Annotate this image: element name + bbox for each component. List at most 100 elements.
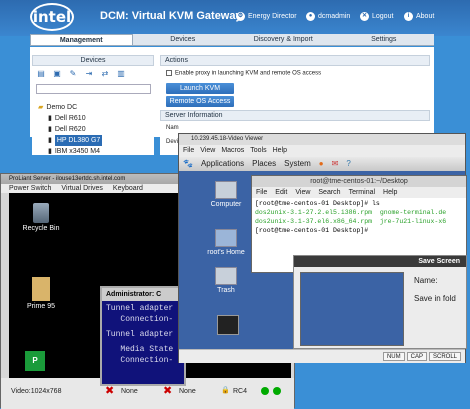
server-info-header: Server Information bbox=[160, 109, 430, 121]
menu-help[interactable]: Help bbox=[273, 145, 287, 157]
tab-discovery[interactable]: Discovery & Import bbox=[233, 34, 334, 45]
proxy-option: Enable proxy in launching KVM and remote… bbox=[160, 66, 430, 81]
trash-icon[interactable]: Trash bbox=[205, 267, 247, 294]
tree-item[interactable]: ▮ IBM x3450 M4 bbox=[38, 146, 156, 157]
tree-item[interactable]: ▮ Dell R620 bbox=[38, 124, 156, 135]
devices-toolbar: ▤ ▣ ✎ ⇥ ⇄ ▥ bbox=[34, 67, 152, 81]
prime95[interactable]: Prime 95 bbox=[21, 277, 61, 310]
folder-icon: ▰ bbox=[38, 104, 44, 111]
caps-lock-indicator: CAP bbox=[406, 352, 427, 361]
user-link[interactable]: ● dcmadmin bbox=[306, 12, 350, 21]
edit-icon[interactable]: ✎ bbox=[66, 69, 80, 79]
help-icon[interactable]: ? bbox=[346, 157, 350, 171]
server-icon: ▮ bbox=[48, 148, 52, 155]
terminal-output: [root@tme-centos-01 Desktop]# ls dos2unix… bbox=[255, 200, 447, 234]
move-icon[interactable]: ⇄ bbox=[98, 69, 112, 79]
server-icon: ▮ bbox=[48, 137, 52, 144]
import-icon[interactable]: ⇥ bbox=[82, 69, 96, 79]
viewer-title: 10.239.45.18-Video Viewer bbox=[179, 134, 465, 145]
screenshot-preview bbox=[300, 272, 404, 346]
info-icon: i bbox=[404, 12, 413, 21]
encryption-status: RC4 bbox=[233, 388, 248, 395]
cmd-title: Administrator: C bbox=[102, 288, 184, 301]
tab-settings[interactable]: Settings bbox=[334, 34, 435, 45]
cmd-line: Media State bbox=[106, 345, 174, 354]
cmd-line: Tunnel adapter bbox=[106, 304, 174, 313]
menu-tools[interactable]: Tools bbox=[250, 145, 266, 157]
device-search-input[interactable] bbox=[36, 84, 151, 94]
tree-item[interactable]: ▮ Dell R610 bbox=[38, 113, 156, 124]
menu-power-switch[interactable]: Power Switch bbox=[9, 184, 51, 193]
cmd-line: Connection- bbox=[106, 315, 174, 324]
panel-applications[interactable]: Applications bbox=[201, 157, 244, 171]
status-led-icon bbox=[261, 387, 269, 395]
folder-icon bbox=[32, 277, 50, 301]
app-title: DCM: Virtual KVM Gateway bbox=[100, 10, 242, 22]
menu-macros[interactable]: Macros bbox=[221, 145, 244, 157]
term-menu-edit[interactable]: Edit bbox=[275, 187, 287, 198]
app-icon[interactable]: P bbox=[25, 351, 45, 371]
launch-kvm-button[interactable]: Launch KVM bbox=[166, 82, 234, 94]
intel-logo: intel bbox=[30, 3, 74, 31]
about-link[interactable]: i About bbox=[404, 12, 434, 21]
recycle-bin-icon bbox=[33, 203, 49, 223]
menu-file[interactable]: File bbox=[183, 145, 194, 157]
mail-icon[interactable]: ✉ bbox=[332, 157, 339, 171]
save-screenshot-dialog: Save Screen Name: Save in fold bbox=[293, 255, 467, 349]
viewer-menu: File View Macros Tools Help bbox=[179, 145, 465, 157]
terminal-title: root@tme-centos-01:~/Desktop bbox=[252, 176, 466, 187]
video-viewer-window: 10.239.45.18-Video Viewer File View Macr… bbox=[178, 133, 467, 363]
term-menu-help[interactable]: Help bbox=[383, 187, 397, 198]
remote-os-button[interactable]: Remote OS Access bbox=[166, 95, 234, 107]
save-dialog-title: Save Screen bbox=[294, 256, 466, 267]
status-led-icon bbox=[273, 387, 281, 395]
folder-label: Save in fold bbox=[414, 294, 456, 303]
actions-header: Actions bbox=[160, 55, 430, 66]
logout-link[interactable]: ✕ Logout bbox=[360, 12, 393, 21]
term-menu-view[interactable]: View bbox=[295, 187, 310, 198]
close-icon: ✕ bbox=[360, 12, 369, 21]
device-tree: ▰ Demo DC ▮ Dell R610 ▮ Dell R620 ▮ HP DL380… bbox=[38, 102, 156, 157]
panel-places[interactable]: Places bbox=[252, 157, 276, 171]
computer-icon[interactable]: Computer bbox=[205, 181, 247, 208]
gear-icon: ⚙ bbox=[236, 12, 245, 21]
energy-director-link[interactable]: ⚙ Energy Director bbox=[236, 12, 297, 21]
tree-item-selected[interactable]: ▮ HP DL380 G7 bbox=[38, 135, 156, 146]
recycle-bin[interactable]: Recycle Bin bbox=[21, 203, 61, 232]
gnome-panel: 🐾 Applications Places System ● ✉ ? bbox=[179, 157, 465, 171]
menu-view[interactable]: View bbox=[200, 145, 215, 157]
add-folder-icon[interactable]: ▣ bbox=[50, 69, 64, 79]
scroll-lock-indicator: SCROLL bbox=[428, 352, 461, 361]
terminal-menu: File Edit View Search Terminal Help bbox=[252, 187, 466, 198]
folder-icon[interactable]: ▤ bbox=[34, 69, 48, 79]
tab-devices[interactable]: Devices bbox=[133, 34, 234, 45]
menu-virtual-drives[interactable]: Virtual Drives bbox=[61, 184, 103, 193]
panel-system[interactable]: System bbox=[284, 157, 311, 171]
home-folder-icon[interactable]: root's Home bbox=[205, 229, 247, 256]
delete-icon[interactable]: ▥ bbox=[114, 69, 128, 79]
term-menu-terminal[interactable]: Terminal bbox=[349, 187, 375, 198]
tree-root[interactable]: ▰ Demo DC bbox=[38, 102, 156, 113]
devices-header: Devices bbox=[32, 55, 154, 66]
firefox-icon[interactable]: ● bbox=[319, 157, 324, 171]
user-icon: ● bbox=[306, 12, 315, 21]
server-icon: ▮ bbox=[48, 126, 52, 133]
main-tabs: Management Devices Discovery & Import Se… bbox=[30, 34, 434, 46]
menu-keyboard[interactable]: Keyboard bbox=[113, 184, 143, 193]
lock-icon: 🔒 bbox=[221, 387, 230, 394]
cmd-line: Tunnel adapter bbox=[106, 330, 174, 339]
cmd-window[interactable]: Administrator: C Tunnel adapter Connecti… bbox=[100, 286, 186, 386]
gnome-foot-icon: 🐾 bbox=[183, 159, 193, 168]
term-menu-file[interactable]: File bbox=[256, 187, 267, 198]
viewer-status-bar: NUM CAP SCROLL bbox=[179, 349, 465, 363]
drive-status: None bbox=[179, 388, 196, 395]
tab-management[interactable]: Management bbox=[30, 34, 133, 45]
server-icon: ▮ bbox=[48, 115, 52, 122]
terminal-launcher-icon[interactable] bbox=[217, 315, 239, 335]
name-label: Name: bbox=[414, 276, 438, 285]
drive-status: None bbox=[121, 388, 138, 395]
proxy-checkbox[interactable] bbox=[166, 70, 172, 76]
term-menu-search[interactable]: Search bbox=[318, 187, 340, 198]
video-resolution: Video:1024x768 bbox=[11, 388, 62, 395]
cmd-line: Connection- bbox=[106, 356, 174, 365]
